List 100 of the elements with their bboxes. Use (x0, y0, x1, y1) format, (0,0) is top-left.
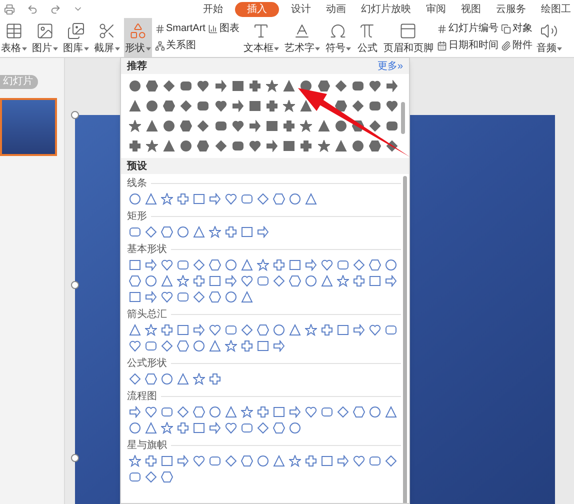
arrow-icon[interactable] (129, 406, 141, 418)
heart-icon[interactable] (369, 324, 381, 336)
slide-thumbnail[interactable] (0, 98, 57, 156)
print-icon[interactable] (4, 4, 15, 14)
heart-icon[interactable] (232, 120, 244, 132)
hexagon-icon[interactable] (162, 100, 175, 112)
hexagon-icon[interactable] (334, 100, 347, 112)
triangle-icon[interactable] (128, 100, 141, 112)
cross-icon[interactable] (225, 226, 237, 238)
arrow-icon[interactable] (289, 406, 301, 418)
rounded-square-icon[interactable] (385, 324, 397, 336)
hexagon-icon[interactable] (273, 193, 285, 205)
circle-icon[interactable] (177, 226, 189, 238)
heart-icon[interactable] (145, 406, 157, 418)
ribbon-button[interactable]: 图片 (31, 18, 59, 57)
cross-icon[interactable] (177, 193, 189, 205)
ribbon-button[interactable]: 艺术字 (283, 18, 322, 57)
hexagon-icon[interactable] (369, 259, 381, 271)
ribbon-tab[interactable]: 设计 (288, 2, 314, 16)
ribbon-small-button[interactable]: 对象 (501, 21, 532, 36)
rounded-square-icon[interactable] (241, 422, 253, 434)
more-link[interactable]: 更多» (377, 58, 403, 74)
star-icon[interactable] (257, 259, 269, 271)
ribbon-small-button[interactable]: 幻灯片编号 (437, 21, 498, 36)
arrow-icon[interactable] (386, 80, 398, 92)
triangle-icon[interactable] (145, 193, 157, 205)
square-icon[interactable] (193, 422, 205, 434)
resize-handle[interactable] (71, 454, 79, 462)
ribbon-tab[interactable]: 动画 (323, 2, 349, 16)
circle-icon[interactable] (289, 422, 301, 434)
triangle-icon[interactable] (146, 120, 158, 132)
rounded-square-icon[interactable] (369, 100, 382, 112)
arrow-icon[interactable] (305, 259, 317, 271)
rounded-square-icon[interactable] (321, 406, 333, 418)
hexagon-icon[interactable] (177, 340, 189, 352)
diamond-icon[interactable] (129, 373, 141, 385)
ribbon-button[interactable]: 文本框 (242, 18, 280, 57)
diamond-icon[interactable] (145, 471, 157, 483)
arrow-icon[interactable] (385, 275, 397, 287)
square-icon[interactable] (257, 340, 269, 352)
cross-icon[interactable] (321, 324, 333, 336)
diamond-icon[interactable] (385, 455, 397, 467)
circle-icon[interactable] (273, 324, 285, 336)
diamond-icon[interactable] (337, 406, 349, 418)
scrollbar[interactable] (403, 176, 407, 503)
ribbon-button[interactable]: 截屏 (93, 18, 121, 57)
diamond-icon[interactable] (162, 80, 175, 92)
ribbon-tab[interactable]: 云服务 (493, 2, 529, 16)
heart-icon[interactable] (197, 80, 210, 92)
rounded-square-icon[interactable] (241, 193, 253, 205)
ribbon-button[interactable]: 音频 (535, 18, 564, 57)
triangle-icon[interactable] (334, 140, 347, 152)
arrow-icon[interactable] (209, 422, 221, 434)
hexagon-icon[interactable] (146, 80, 158, 92)
triangle-icon[interactable] (273, 455, 285, 467)
heart-icon[interactable] (321, 259, 333, 271)
star-icon[interactable] (177, 275, 189, 287)
rounded-square-icon[interactable] (129, 471, 141, 483)
square-icon[interactable] (177, 324, 189, 336)
diamond-icon[interactable] (334, 80, 347, 92)
hexagon-icon[interactable] (369, 140, 382, 152)
circle-icon[interactable] (257, 455, 269, 467)
star-icon[interactable] (209, 226, 221, 238)
star-icon[interactable] (193, 373, 205, 385)
resize-handle[interactable] (71, 111, 79, 119)
ribbon-button[interactable]: 图库 (62, 18, 90, 57)
arrow-icon[interactable] (145, 291, 157, 303)
hexagon-icon[interactable] (161, 226, 173, 238)
rounded-square-icon[interactable] (257, 275, 269, 287)
triangle-icon[interactable] (193, 226, 205, 238)
star-icon[interactable] (283, 100, 296, 112)
ribbon-tab[interactable]: 绘图工 (538, 2, 574, 16)
diamond-icon[interactable] (352, 100, 364, 112)
star-icon[interactable] (289, 455, 301, 467)
triangle-icon[interactable] (321, 275, 333, 287)
ribbon-tab[interactable]: 幻灯片放映 (358, 2, 414, 16)
square-icon[interactable] (283, 140, 296, 152)
arrow-icon[interactable] (337, 455, 349, 467)
arrow-icon[interactable] (266, 140, 278, 152)
arrow-icon[interactable] (193, 324, 205, 336)
rounded-square-icon[interactable] (352, 80, 364, 92)
circle-icon[interactable] (225, 291, 237, 303)
triangle-icon[interactable] (145, 422, 157, 434)
arrow-icon[interactable] (214, 80, 227, 92)
triangle-icon[interactable] (305, 193, 317, 205)
hexagon-icon[interactable] (273, 422, 285, 434)
star-icon[interactable] (305, 324, 317, 336)
circle-icon[interactable] (146, 100, 158, 112)
circle-icon[interactable] (180, 140, 192, 152)
triangle-icon[interactable] (129, 324, 141, 336)
square-icon[interactable] (161, 455, 173, 467)
ribbon-button[interactable]: 形状 (124, 18, 152, 57)
triangle-icon[interactable] (209, 340, 221, 352)
heart-icon[interactable] (305, 406, 317, 418)
arrow-icon[interactable] (145, 259, 157, 271)
circle-icon[interactable] (128, 80, 141, 92)
heart-icon[interactable] (129, 340, 141, 352)
circle-icon[interactable] (334, 120, 347, 132)
heart-icon[interactable] (225, 422, 237, 434)
hexagon-icon[interactable] (209, 291, 221, 303)
